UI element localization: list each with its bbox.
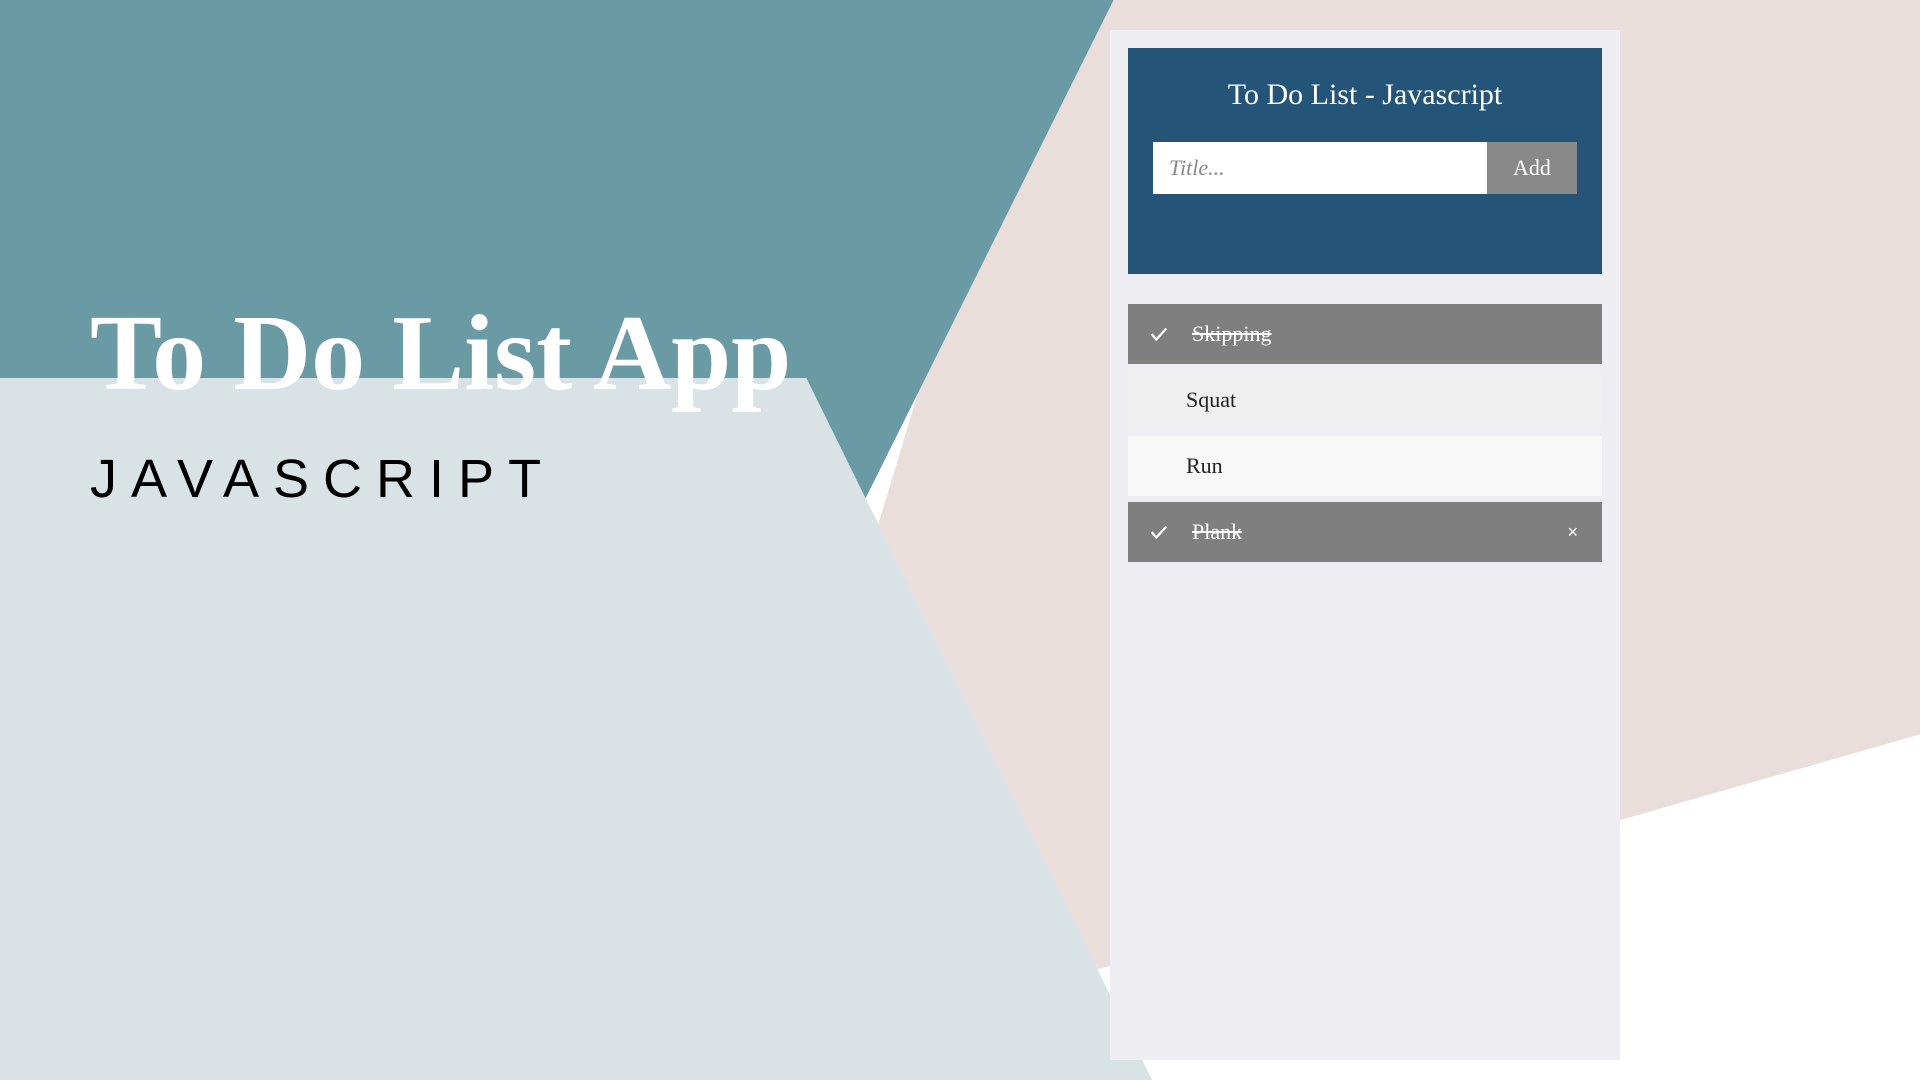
- app-title: To Do List - Javascript: [1153, 78, 1577, 112]
- app-header: To Do List - Javascript Add: [1128, 48, 1602, 274]
- hero-title: To Do List App: [90, 300, 791, 408]
- todo-text: Run: [1146, 453, 1584, 479]
- input-row: Add: [1153, 142, 1577, 194]
- hero-section: To Do List App JAVASCRIPT: [90, 300, 791, 510]
- hero-subtitle: JAVASCRIPT: [90, 448, 791, 510]
- todo-text: Squat: [1146, 387, 1584, 413]
- todo-text: Skipping: [1186, 321, 1584, 347]
- todo-item[interactable]: Skipping: [1128, 304, 1602, 364]
- add-button[interactable]: Add: [1487, 142, 1577, 194]
- title-input[interactable]: [1153, 142, 1487, 194]
- todo-item[interactable]: Run: [1128, 436, 1602, 496]
- todo-app-panel: To Do List - Javascript Add Skipping Squa…: [1110, 30, 1620, 1060]
- check-icon: [1146, 519, 1172, 545]
- todo-list: Skipping Squat Run Plank×: [1128, 304, 1602, 562]
- delete-button[interactable]: ×: [1561, 522, 1584, 543]
- todo-text: Plank: [1186, 519, 1561, 545]
- todo-item[interactable]: Plank×: [1128, 502, 1602, 562]
- todo-item[interactable]: Squat: [1128, 370, 1602, 430]
- check-icon: [1146, 321, 1172, 347]
